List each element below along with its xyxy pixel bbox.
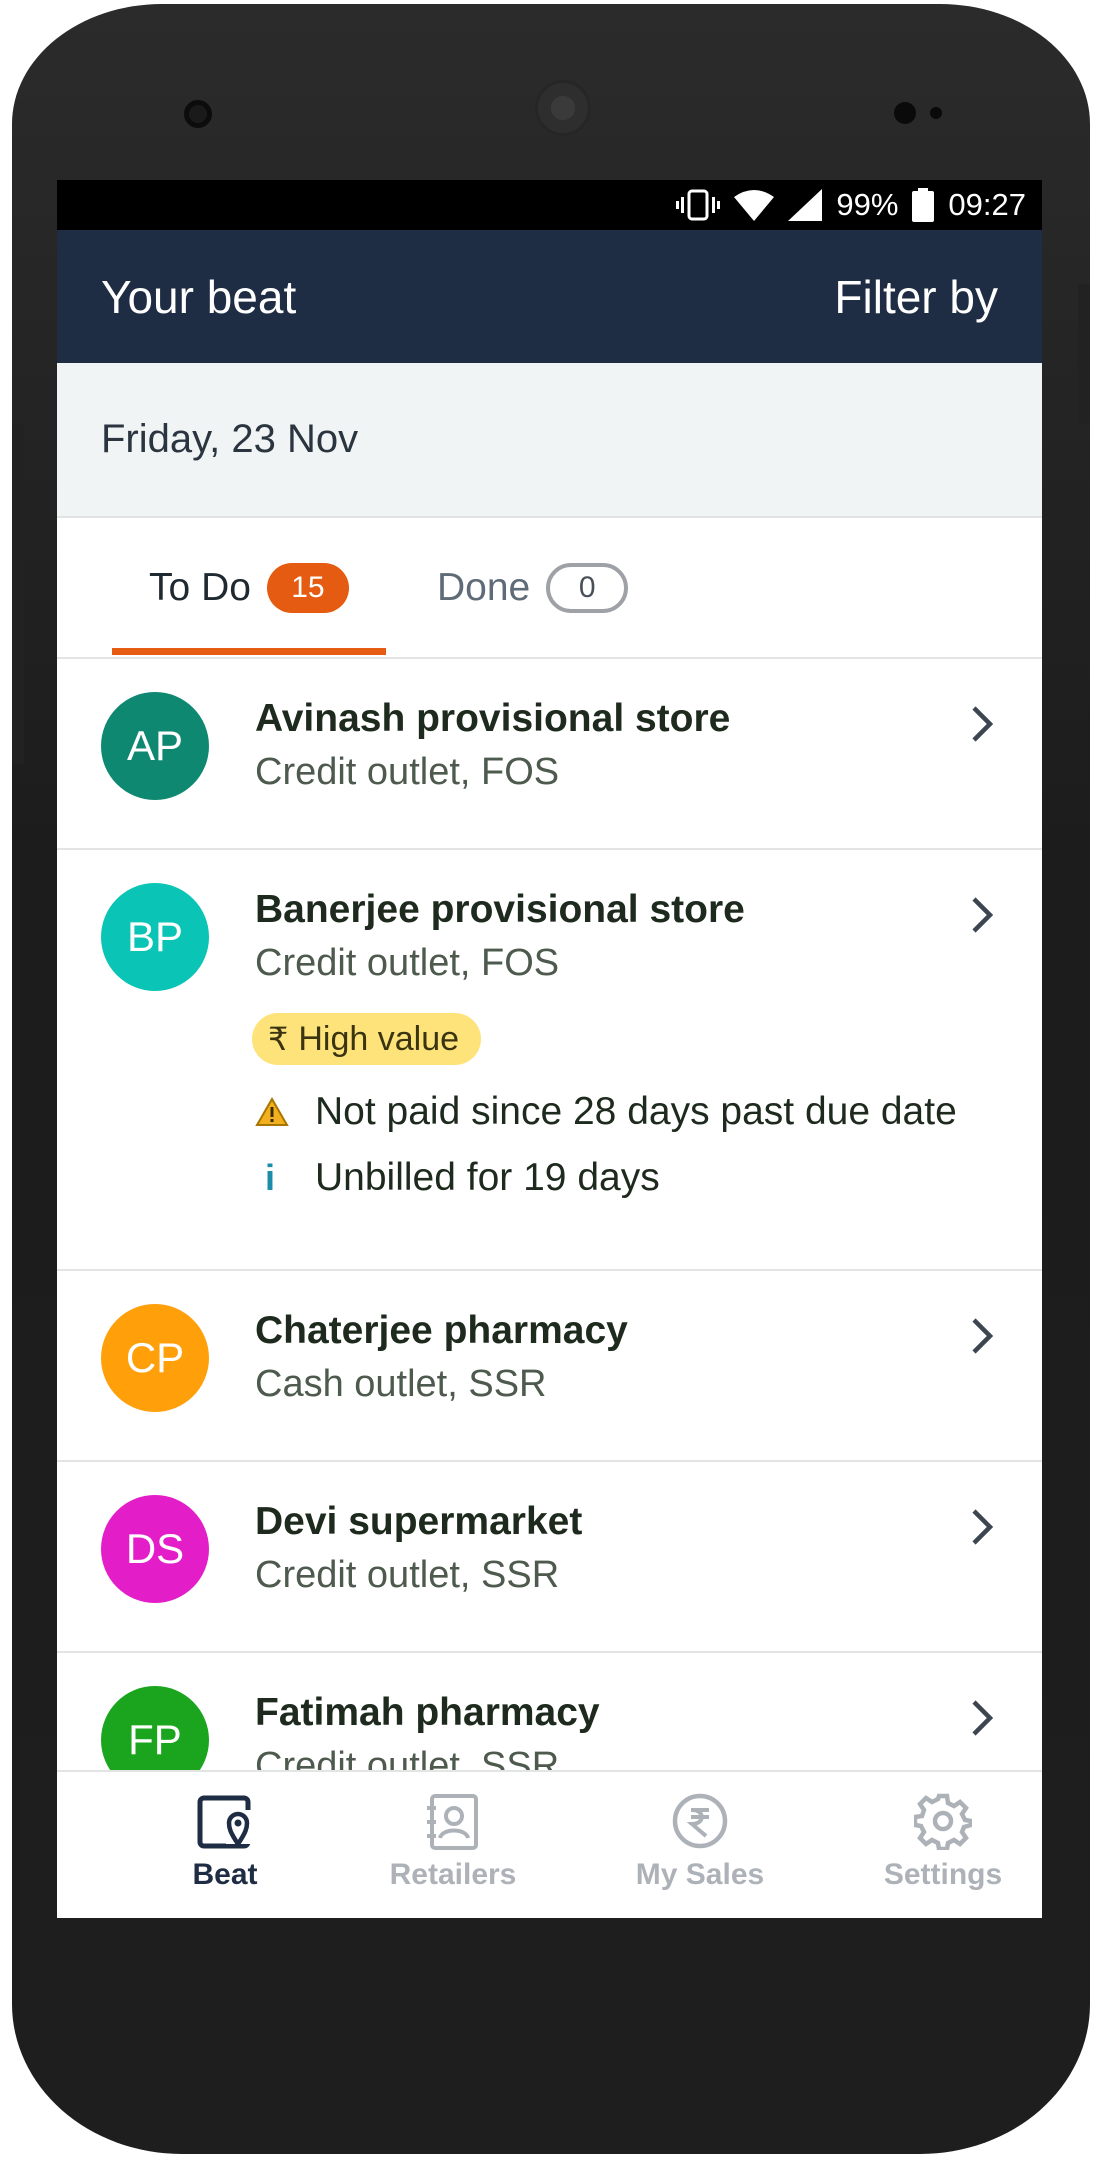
tab-todo-label: To Do — [149, 565, 251, 609]
date-header: Friday, 23 Nov — [57, 363, 1042, 518]
app-bar: Your beat Filter by — [57, 230, 1042, 363]
rupee-circle-icon — [672, 1793, 728, 1849]
retailer-type: Cash outlet, SSR — [255, 1363, 547, 1405]
retailer-name: Banerjee provisional store — [255, 888, 745, 931]
list-item[interactable]: AP Avinash provisional store Credit outl… — [57, 659, 1042, 850]
app-screen: 99% 09:27 Your beat Filter by Friday, 23… — [57, 180, 1042, 1918]
date-label: Friday, 23 Nov — [101, 417, 359, 461]
avatar: BP — [101, 883, 209, 991]
high-value-tag: ₹ High value — [252, 1013, 482, 1065]
nav-my-sales[interactable]: My Sales — [600, 1772, 800, 1918]
vibrate-icon — [676, 189, 721, 221]
tab-todo[interactable]: To Do 15 — [112, 518, 386, 657]
rupee-icon: ₹ — [268, 1021, 289, 1057]
tab-bar: To Do 15 Done 0 — [57, 518, 1042, 659]
beat-icon — [197, 1795, 254, 1849]
retailer-name: Devi supermarket — [255, 1500, 583, 1543]
light-sensor — [930, 107, 942, 119]
retailer-name: Chaterjee pharmacy — [255, 1309, 628, 1352]
chevron-right-icon — [972, 1700, 994, 1736]
tag-label: High value — [298, 1019, 460, 1058]
nav-label: Beat — [192, 1858, 258, 1891]
gear-icon — [914, 1793, 972, 1850]
bottom-navigation: Beat Retailers My Sales Settings — [57, 1770, 1042, 1918]
avatar: DS — [101, 1495, 209, 1603]
retailer-name: Fatimah pharmacy — [255, 1691, 600, 1734]
battery-icon — [912, 188, 935, 222]
info-icon: i — [265, 1157, 276, 1198]
status-bar: 99% 09:27 — [57, 180, 1042, 230]
front-camera — [184, 100, 212, 128]
clock: 09:27 — [948, 187, 1026, 222]
retailer-type: Credit outlet, FOS — [255, 751, 560, 793]
page-title: Your beat — [101, 270, 297, 323]
done-count-badge: 0 — [546, 562, 629, 613]
avatar: CP — [101, 1304, 209, 1412]
todo-count-badge: 15 — [266, 562, 349, 613]
nav-label: My Sales — [635, 1858, 765, 1891]
tab-done[interactable]: Done 0 — [437, 518, 629, 657]
wifi-icon — [734, 190, 775, 221]
alert-text: Unbilled for 19 days — [315, 1156, 660, 1199]
tab-done-label: Done — [437, 565, 531, 609]
volume-button — [12, 424, 24, 764]
retailer-name: Avinash provisional store — [255, 697, 731, 740]
payment-alert: Not paid since 28 days past due date — [255, 1090, 957, 1134]
billing-alert: i Unbilled for 19 days — [255, 1156, 660, 1200]
chevron-right-icon — [972, 1509, 994, 1545]
nav-label: Retailers — [389, 1858, 517, 1891]
battery-percent: 99% — [836, 187, 899, 222]
nav-retailers[interactable]: Retailers — [353, 1772, 553, 1918]
retailer-type: Credit outlet, FOS — [255, 942, 560, 984]
nav-label: Settings — [883, 1858, 1003, 1891]
filter-button[interactable]: Filter by — [834, 270, 998, 324]
proximity-sensor — [894, 102, 916, 124]
active-tab-indicator — [112, 648, 386, 655]
chevron-right-icon — [972, 897, 994, 933]
list-item[interactable]: BP Banerjee provisional store Credit out… — [57, 850, 1042, 1271]
warning-icon — [255, 1097, 289, 1126]
chevron-right-icon — [972, 706, 994, 742]
nav-settings[interactable]: Settings — [843, 1772, 1042, 1918]
nav-beat[interactable]: Beat — [125, 1772, 325, 1918]
avatar: AP — [101, 692, 209, 800]
earpiece-speaker — [535, 80, 591, 136]
alert-text: Not paid since 28 days past due date — [315, 1090, 957, 1133]
retailer-list: AP Avinash provisional store Credit outl… — [57, 659, 1042, 1844]
contacts-icon — [427, 1794, 478, 1850]
chevron-right-icon — [972, 1318, 994, 1354]
signal-icon — [788, 189, 823, 221]
list-item[interactable]: DS Devi supermarket Credit outlet, SSR — [57, 1462, 1042, 1653]
list-item[interactable]: CP Chaterjee pharmacy Cash outlet, SSR — [57, 1271, 1042, 1462]
power-button — [1078, 284, 1090, 424]
retailer-type: Credit outlet, SSR — [255, 1554, 560, 1596]
